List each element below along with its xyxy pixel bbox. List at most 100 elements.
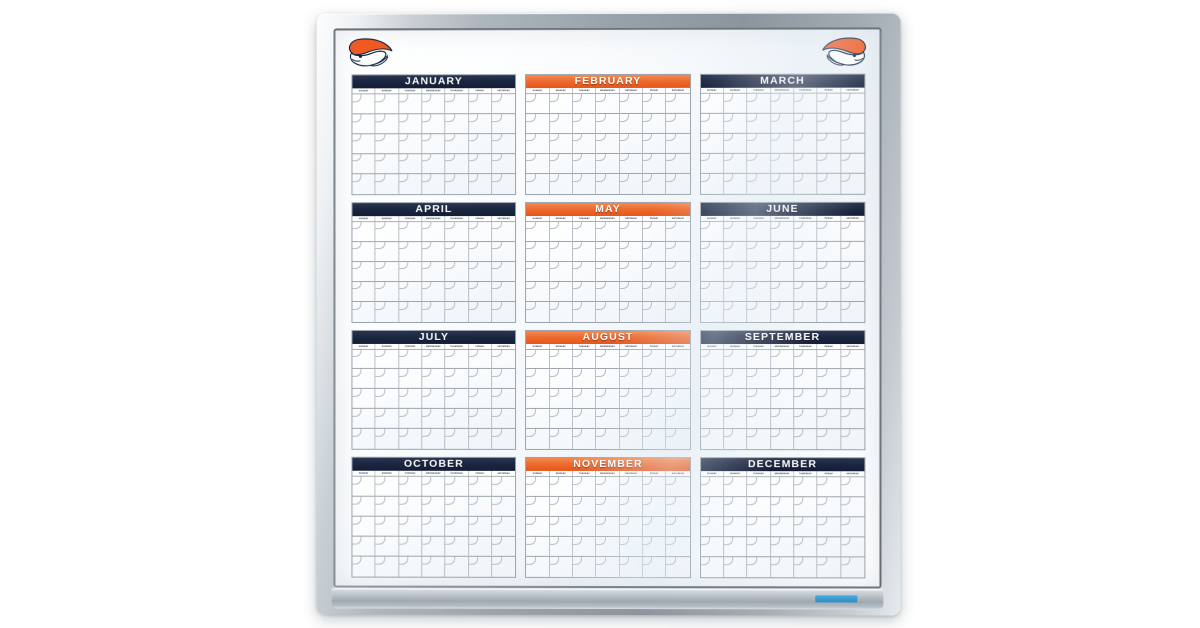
date-number-box[interactable] <box>550 154 559 162</box>
day-cell[interactable] <box>724 282 747 302</box>
date-number-box[interactable] <box>643 174 652 182</box>
date-number-box[interactable] <box>666 302 676 310</box>
day-cell[interactable] <box>492 302 515 322</box>
day-cell[interactable] <box>376 174 399 194</box>
date-number-box[interactable] <box>492 369 502 377</box>
day-cell[interactable] <box>794 262 817 282</box>
day-cell[interactable] <box>376 369 399 389</box>
date-number-box[interactable] <box>469 369 478 377</box>
day-cell[interactable] <box>352 282 375 302</box>
date-number-box[interactable] <box>376 409 385 417</box>
date-number-box[interactable] <box>771 222 780 230</box>
day-cell[interactable] <box>818 262 841 282</box>
month-block[interactable]: JULY SUNDAY MONDAY TUESDAY WEDNESDAY THURSDAY… <box>351 329 516 450</box>
day-cell[interactable] <box>643 537 666 557</box>
date-number-box[interactable] <box>841 497 851 505</box>
day-cell[interactable] <box>841 429 864 449</box>
date-number-box[interactable] <box>352 114 361 122</box>
date-number-box[interactable] <box>620 557 629 565</box>
date-number-box[interactable] <box>446 389 455 397</box>
day-cell[interactable] <box>399 302 422 322</box>
day-cell[interactable] <box>550 429 573 449</box>
day-cell[interactable] <box>701 114 724 134</box>
date-number-box[interactable] <box>794 222 803 230</box>
day-cell[interactable] <box>376 389 399 409</box>
day-cell[interactable] <box>724 154 747 174</box>
day-cell[interactable] <box>620 537 643 557</box>
date-number-box[interactable] <box>469 174 478 182</box>
date-number-box[interactable] <box>376 389 385 397</box>
date-number-box[interactable] <box>446 222 455 230</box>
day-cell[interactable] <box>747 282 770 302</box>
day-cell[interactable] <box>841 114 864 134</box>
day-cell[interactable] <box>724 369 747 389</box>
date-number-box[interactable] <box>573 497 582 505</box>
date-number-box[interactable] <box>492 557 502 565</box>
day-cell[interactable] <box>573 517 596 537</box>
day-cell[interactable] <box>352 429 375 449</box>
date-number-box[interactable] <box>747 517 756 525</box>
day-cell[interactable] <box>666 409 689 429</box>
day-cell[interactable] <box>643 154 666 174</box>
day-cell[interactable] <box>818 409 841 429</box>
day-cell[interactable] <box>469 349 492 369</box>
day-cell[interactable] <box>526 369 549 389</box>
day-cell[interactable] <box>376 517 399 537</box>
day-cell[interactable] <box>550 497 573 517</box>
day-cell[interactable] <box>446 262 469 282</box>
date-number-box[interactable] <box>550 134 559 142</box>
date-number-box[interactable] <box>596 222 605 230</box>
date-number-box[interactable] <box>573 349 582 357</box>
day-cell[interactable] <box>446 557 469 577</box>
day-cell[interactable] <box>771 477 794 497</box>
date-number-box[interactable] <box>550 262 559 270</box>
day-cell[interactable] <box>526 429 549 449</box>
date-number-box[interactable] <box>399 389 408 397</box>
date-number-box[interactable] <box>666 537 676 545</box>
date-number-box[interactable] <box>446 409 455 417</box>
date-number-box[interactable] <box>399 429 408 437</box>
date-number-box[interactable] <box>352 154 361 162</box>
day-cell[interactable] <box>469 477 492 497</box>
date-number-box[interactable] <box>620 497 629 505</box>
day-cell[interactable] <box>747 409 770 429</box>
date-number-box[interactable] <box>376 282 385 290</box>
date-number-box[interactable] <box>469 242 478 250</box>
date-number-box[interactable] <box>399 154 408 162</box>
date-number-box[interactable] <box>818 517 827 525</box>
date-number-box[interactable] <box>747 477 756 485</box>
date-number-box[interactable] <box>422 154 431 162</box>
day-cell[interactable] <box>422 477 445 497</box>
day-cell[interactable] <box>422 302 445 322</box>
date-number-box[interactable] <box>724 497 733 505</box>
date-number-box[interactable] <box>724 242 733 250</box>
date-number-box[interactable] <box>596 302 605 310</box>
date-number-box[interactable] <box>573 282 582 290</box>
month-block[interactable]: APRIL SUNDAY MONDAY TUESDAY WEDNESDAY THURSDA… <box>351 202 516 323</box>
date-number-box[interactable] <box>492 154 502 162</box>
date-number-box[interactable] <box>526 174 535 182</box>
day-cell[interactable] <box>573 349 596 369</box>
date-number-box[interactable] <box>573 174 582 182</box>
date-number-box[interactable] <box>526 517 535 525</box>
day-cell[interactable] <box>596 557 619 577</box>
date-number-box[interactable] <box>818 114 827 122</box>
day-cell[interactable] <box>550 262 573 282</box>
day-cell[interactable] <box>643 477 666 497</box>
day-cell[interactable] <box>841 390 864 410</box>
date-number-box[interactable] <box>573 389 582 397</box>
day-cell[interactable] <box>794 134 817 154</box>
day-cell[interactable] <box>446 517 469 537</box>
day-cell[interactable] <box>771 174 794 194</box>
date-number-box[interactable] <box>526 349 535 357</box>
day-cell[interactable] <box>550 389 573 409</box>
date-number-box[interactable] <box>352 282 361 290</box>
date-number-box[interactable] <box>701 389 710 397</box>
day-cell[interactable] <box>492 222 515 242</box>
day-cell[interactable] <box>701 134 724 154</box>
date-number-box[interactable] <box>841 282 851 290</box>
date-number-box[interactable] <box>724 369 733 377</box>
day-cell[interactable] <box>724 302 747 322</box>
day-cell[interactable] <box>643 114 666 134</box>
day-cell[interactable] <box>492 174 515 194</box>
